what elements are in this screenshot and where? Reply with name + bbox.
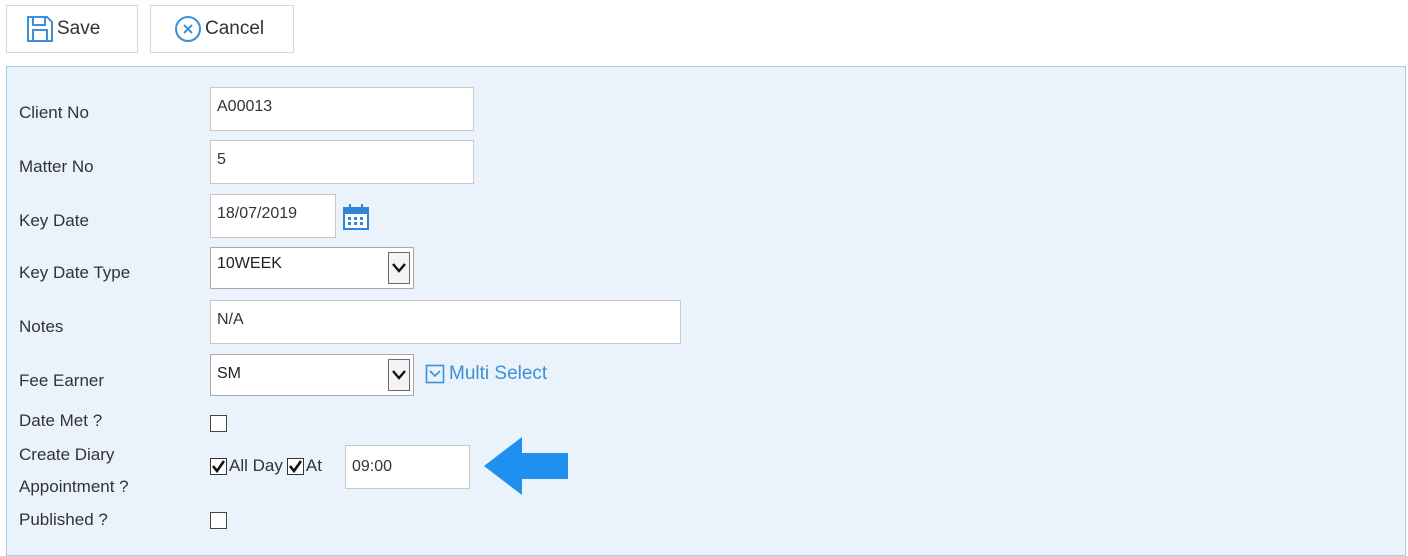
create-diary-label-line1: Create Diary xyxy=(19,445,115,464)
multi-select-link[interactable]: Multi Select xyxy=(425,363,547,385)
client-no-input[interactable]: A00013 xyxy=(210,87,474,131)
matter-no-input[interactable]: 5 xyxy=(210,140,474,184)
key-date-type-select[interactable]: 10WEEK xyxy=(210,247,414,289)
circle-x-icon xyxy=(173,14,203,44)
all-day-checkbox[interactable] xyxy=(210,457,227,475)
create-diary-label-line2: Appointment ? xyxy=(19,477,129,496)
key-date-form-panel: Client No A00013 Matter No 5 Key Date 18… xyxy=(6,66,1406,556)
chevron-down-icon xyxy=(388,359,410,391)
published-label: Published ? xyxy=(19,510,108,529)
date-met-label: Date Met ? xyxy=(19,411,103,430)
at-checkbox[interactable] xyxy=(286,457,304,475)
key-date-label: Key Date xyxy=(19,211,89,230)
notes-label: Notes xyxy=(19,317,64,336)
key-date-type-value: 10WEEK xyxy=(217,255,282,272)
arrow-left-icon xyxy=(484,435,570,502)
checkmark-icon xyxy=(286,457,304,475)
at-label: At xyxy=(305,456,322,475)
floppy-disk-icon xyxy=(25,14,55,44)
calendar-icon[interactable] xyxy=(342,203,370,236)
fee-earner-label: Fee Earner xyxy=(19,371,105,390)
matter-no-label: Matter No xyxy=(19,157,94,176)
key-date-input[interactable]: 18/07/2019 xyxy=(210,194,336,238)
client-no-label: Client No xyxy=(19,103,89,122)
cancel-button[interactable]: Cancel xyxy=(150,5,294,53)
key-date-type-label: Key Date Type xyxy=(19,263,131,282)
chevron-down-icon xyxy=(388,252,410,284)
notes-input[interactable]: N/A xyxy=(210,300,681,344)
diary-time-input[interactable]: 09:00 xyxy=(345,445,470,489)
checkbox-dropdown-icon xyxy=(425,364,445,384)
date-met-checkbox[interactable] xyxy=(210,415,227,432)
fee-earner-value: SM xyxy=(217,365,241,382)
save-button[interactable]: Save xyxy=(6,5,138,53)
fee-earner-select[interactable]: SM xyxy=(210,354,414,396)
all-day-label: All Day xyxy=(229,456,283,475)
diary-options: All Day At xyxy=(210,456,322,476)
cancel-label: Cancel xyxy=(205,18,265,39)
published-checkbox[interactable] xyxy=(210,512,227,529)
checkmark-icon xyxy=(210,457,227,475)
save-label: Save xyxy=(57,18,101,39)
multi-select-label: Multi Select xyxy=(449,363,548,384)
toolbar: Save Cancel xyxy=(6,5,294,55)
